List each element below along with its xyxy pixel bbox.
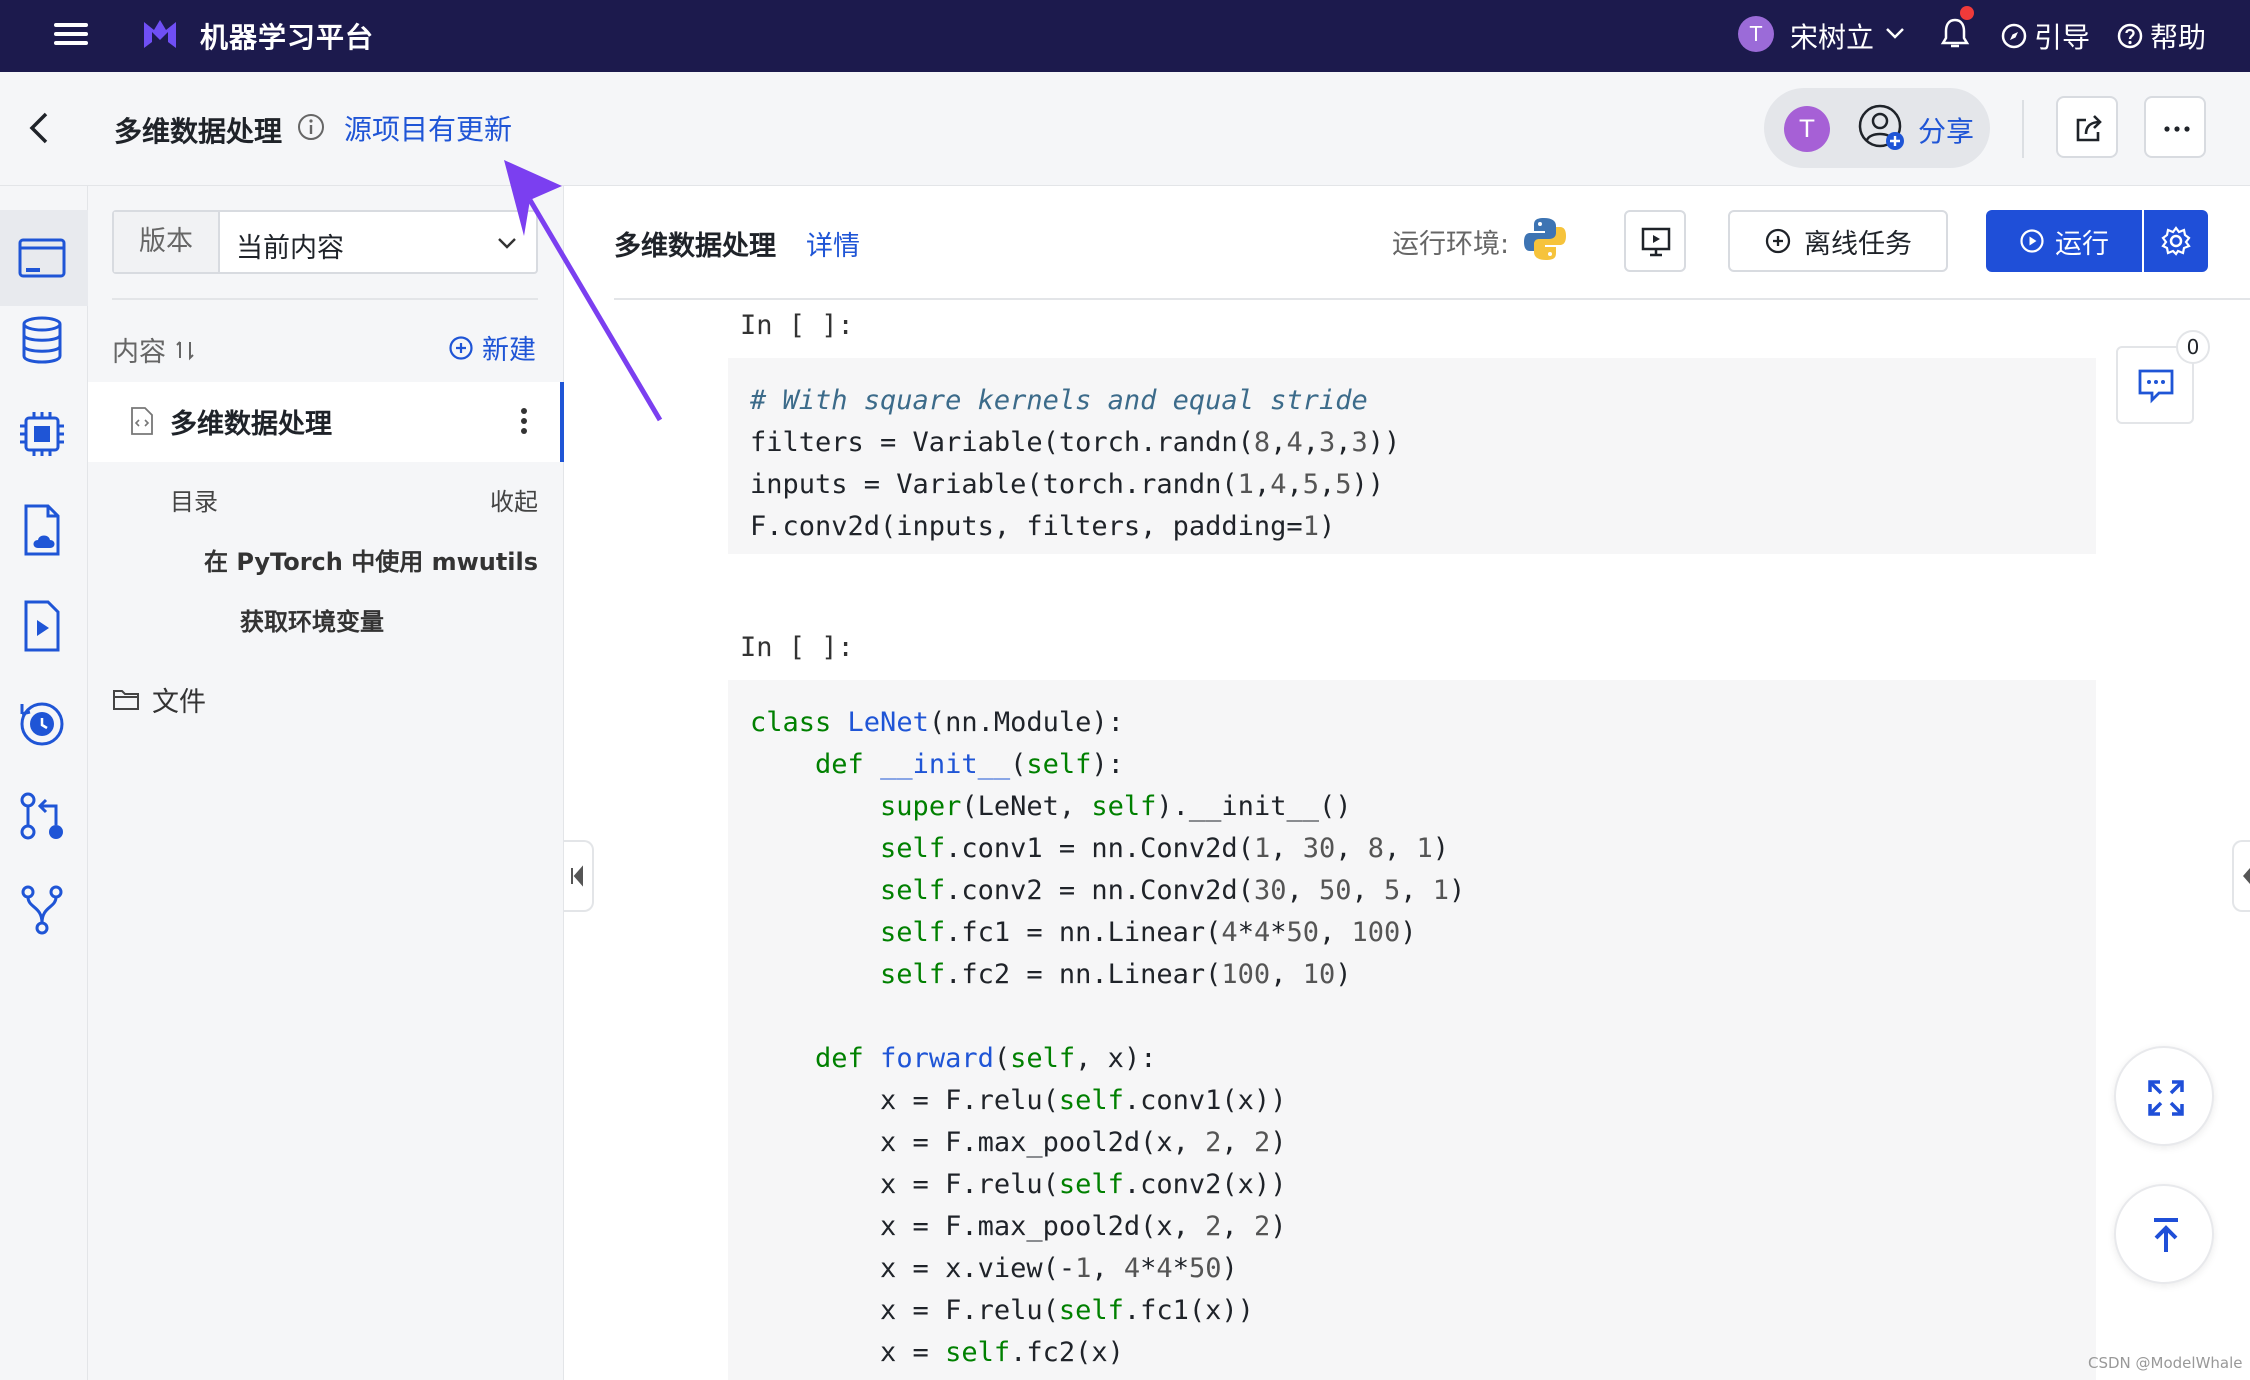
- chevron-down-icon[interactable]: [1884, 22, 1906, 44]
- help-label: 帮助: [2150, 21, 2207, 54]
- presentation-icon: [1641, 227, 1671, 257]
- pull-request-icon[interactable]: [14, 788, 70, 844]
- version-label: 版本: [114, 212, 220, 272]
- sort-icon[interactable]: [174, 338, 196, 362]
- play-file-icon[interactable]: [14, 598, 70, 654]
- folder-outline-icon: [113, 689, 139, 710]
- notebook-file-icon: [131, 407, 153, 435]
- caret-left-icon: [571, 865, 583, 887]
- files-label: 文件: [152, 687, 206, 718]
- panel-divider: [112, 298, 538, 300]
- content-label: 内容: [112, 337, 166, 368]
- offline-label: 离线任务: [1804, 228, 1912, 260]
- user-avatar[interactable]: T: [1738, 16, 1774, 52]
- toc-item[interactable]: 在 PyTorch 中使用 mwutils: [204, 542, 538, 577]
- help-link[interactable]: 帮助: [2116, 16, 2206, 56]
- gear-icon: [2161, 226, 2191, 256]
- code-block[interactable]: class LeNet(nn.Module): def __init__(sel…: [728, 680, 2096, 1374]
- header-divider: [2022, 100, 2024, 158]
- plus-circle-icon: [449, 335, 473, 360]
- watermark: CSDN @ModelWhale: [2088, 1354, 2243, 1372]
- export-button[interactable]: [2056, 96, 2118, 158]
- collapse-right-panel-handle[interactable]: [2232, 840, 2250, 912]
- project-title: 多维数据处理: [114, 115, 283, 148]
- project-header: 多维数据处理 源项目有更新 T 分享: [0, 72, 2250, 186]
- toc-label: 目录: [170, 488, 218, 516]
- play-circle-icon: [2020, 229, 2044, 253]
- code-block[interactable]: # With square kernels and equal stride f…: [728, 358, 2096, 548]
- menu-icon[interactable]: [54, 18, 88, 52]
- app-title[interactable]: 机器学习平台: [200, 16, 374, 56]
- user-name[interactable]: 宋树立: [1790, 16, 1874, 56]
- version-value: 当前内容: [236, 233, 344, 264]
- add-user-icon[interactable]: [1856, 102, 1908, 154]
- bell-icon[interactable]: [1938, 16, 1972, 52]
- content-header: 内容: [112, 330, 196, 369]
- arrow-up-to-top-icon: [2154, 1218, 2178, 1252]
- chip-icon[interactable]: [14, 406, 70, 462]
- collaborator-avatar[interactable]: T: [1784, 106, 1830, 152]
- toc-collapse-button[interactable]: 收起: [490, 482, 538, 517]
- cell-prompt: In [ ]:: [740, 310, 854, 341]
- top-bar: 机器学习平台 T 宋树立 引导 帮助: [0, 0, 2250, 72]
- cell-prompt: In [ ]:: [740, 632, 854, 663]
- fork-icon[interactable]: [14, 882, 70, 938]
- database-icon[interactable]: [14, 312, 70, 368]
- guide-label: 引导: [2034, 21, 2091, 54]
- code-cell[interactable]: class LeNet(nn.Module): def __init__(sel…: [728, 680, 2096, 1380]
- plus-circle-icon: [1765, 228, 1791, 254]
- caret-left-icon: [2243, 868, 2250, 884]
- guide-link[interactable]: 引导: [2000, 16, 2090, 56]
- present-button[interactable]: [1624, 210, 1686, 272]
- source-update-link[interactable]: 源项目有更新: [344, 108, 512, 148]
- back-to-top-button[interactable]: [2114, 1184, 2214, 1284]
- icon-rail: [0, 186, 88, 1380]
- fullscreen-button[interactable]: [2114, 1046, 2214, 1146]
- cloud-file-icon[interactable]: [14, 502, 70, 558]
- share-out-icon: [2076, 115, 2102, 142]
- share-label[interactable]: 分享: [1918, 110, 1974, 150]
- notebook-area: 多维数据处理 详情 运行环境: 离线任务 运行 In []: # With s…: [564, 186, 2250, 1380]
- detail-link[interactable]: 详情: [806, 224, 860, 263]
- compass-icon: [2001, 23, 2027, 49]
- files-folder[interactable]: 文件: [112, 680, 206, 719]
- expand-icon: [2148, 1080, 2184, 1116]
- notification-dot: [1960, 6, 1974, 20]
- annotation-arrow: [504, 160, 663, 422]
- comment-count-badge: 0: [2176, 330, 2210, 364]
- back-arrow-icon[interactable]: [22, 108, 58, 148]
- collapse-sidebar-handle[interactable]: [564, 840, 594, 912]
- info-icon[interactable]: [296, 112, 326, 142]
- file-name: 多维数据处理: [170, 409, 332, 440]
- toolbar-divider: [614, 298, 2250, 300]
- question-icon: [2117, 23, 2143, 49]
- offline-task-button[interactable]: 离线任务: [1728, 210, 1948, 272]
- run-label: 运行: [2055, 228, 2109, 260]
- runtime-env-label: 运行环境:: [1392, 229, 1510, 260]
- comment-icon: [2138, 369, 2174, 404]
- more-button[interactable]: [2144, 96, 2206, 158]
- share-group[interactable]: T 分享: [1764, 88, 1990, 168]
- code-cell[interactable]: # With square kernels and equal stride f…: [728, 358, 2096, 554]
- folder-icon[interactable]: [14, 230, 70, 286]
- history-icon[interactable]: [14, 694, 70, 750]
- more-horizontal-icon: [2164, 126, 2190, 132]
- toc-item[interactable]: 获取环境变量: [240, 602, 384, 637]
- platform-logo: [144, 20, 176, 48]
- run-settings-button[interactable]: [2144, 210, 2208, 272]
- version-select[interactable]: 版本 当前内容: [112, 210, 538, 274]
- python-icon[interactable]: [1522, 216, 1568, 262]
- run-button[interactable]: 运行: [1986, 210, 2142, 272]
